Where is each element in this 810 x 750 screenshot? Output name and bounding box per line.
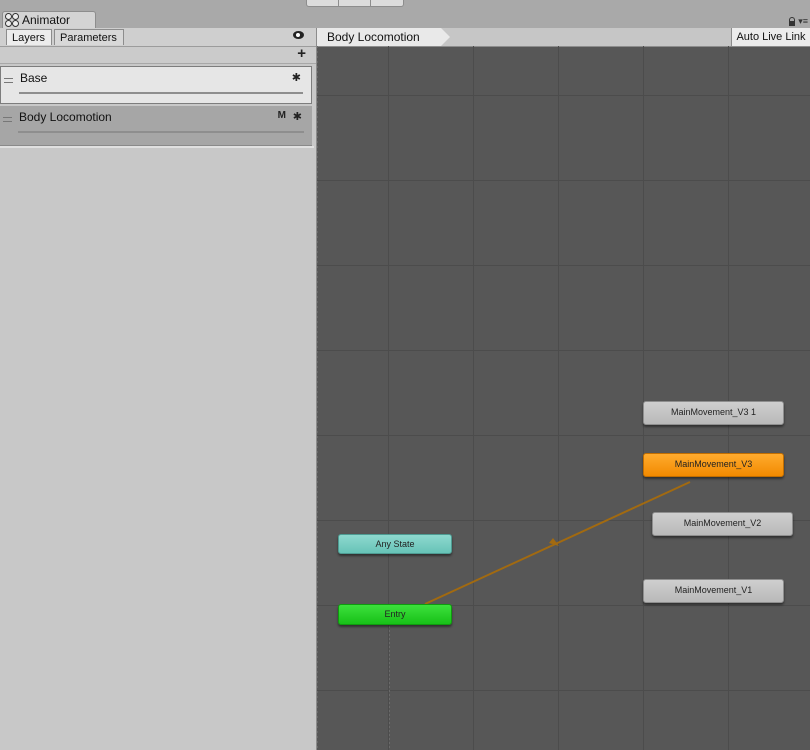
state-label: Entry <box>384 609 406 619</box>
add-layer-row: + <box>0 45 316 64</box>
divider <box>0 146 314 148</box>
state-label: MainMovement_V3 <box>674 459 753 469</box>
animator-window-tab[interactable]: Animator <box>2 11 96 28</box>
state-mainmovement-v3-1[interactable]: MainMovement_V3 1 <box>643 401 784 425</box>
state-label: Any State <box>375 539 415 549</box>
graph-grid <box>317 46 810 750</box>
state-label: MainMovement_V2 <box>683 518 762 528</box>
eye-icon[interactable] <box>293 31 304 39</box>
state-mainmovement-v2[interactable]: MainMovement_V2 <box>652 512 793 536</box>
layers-panel: Layers Parameters + Base ✱ Body Locomoti… <box>0 28 317 750</box>
menu-icon[interactable]: ▾≡ <box>798 16 808 27</box>
tab-layers-label: Layers <box>12 32 46 44</box>
state-mainmovement-v3[interactable]: MainMovement_V3 <box>643 453 784 477</box>
state-any-state[interactable]: Any State <box>338 534 452 554</box>
tab-layers[interactable]: Layers <box>6 29 52 45</box>
drag-handle-icon[interactable] <box>4 78 13 83</box>
tab-parameters[interactable]: Parameters <box>54 29 124 45</box>
playback-controls[interactable] <box>306 0 404 7</box>
state-label: MainMovement_V3 1 <box>670 407 757 417</box>
lock-icon[interactable] <box>789 16 796 26</box>
graph-toolbar: Body Locomotion Auto Live Link <box>317 28 810 47</box>
state-machine-graph[interactable]: Body Locomotion Auto Live Link MainMovem… <box>317 28 810 750</box>
breadcrumb-label: Body Locomotion <box>327 30 420 44</box>
state-label: MainMovement_V1 <box>674 585 753 595</box>
add-layer-button[interactable]: + <box>297 45 306 62</box>
layer-name: Base <box>20 71 48 85</box>
mask-badge: M <box>277 110 286 121</box>
layer-weight-bar[interactable] <box>18 131 304 133</box>
layer-item-body-locomotion[interactable]: Body Locomotion M ✱ <box>0 106 312 146</box>
layer-weight-bar[interactable] <box>19 92 303 94</box>
panel-tabs: Layers Parameters <box>0 28 316 47</box>
gear-icon[interactable]: ✱ <box>292 71 301 84</box>
animator-icon <box>5 13 19 27</box>
tab-parameters-label: Parameters <box>60 32 117 44</box>
state-entry[interactable]: Entry <box>338 604 452 625</box>
state-mainmovement-v1[interactable]: MainMovement_V1 <box>643 579 784 603</box>
top-strip: Animator ▾≡ <box>0 0 810 29</box>
layer-item-base[interactable]: Base ✱ <box>0 66 312 104</box>
window-title: Animator <box>22 13 71 27</box>
drag-handle-icon[interactable] <box>3 117 12 122</box>
gear-icon[interactable]: ✱ <box>293 110 302 123</box>
auto-live-link-button[interactable]: Auto Live Link <box>731 28 810 46</box>
layer-name: Body Locomotion <box>19 110 112 124</box>
breadcrumb[interactable]: Body Locomotion <box>317 28 450 46</box>
